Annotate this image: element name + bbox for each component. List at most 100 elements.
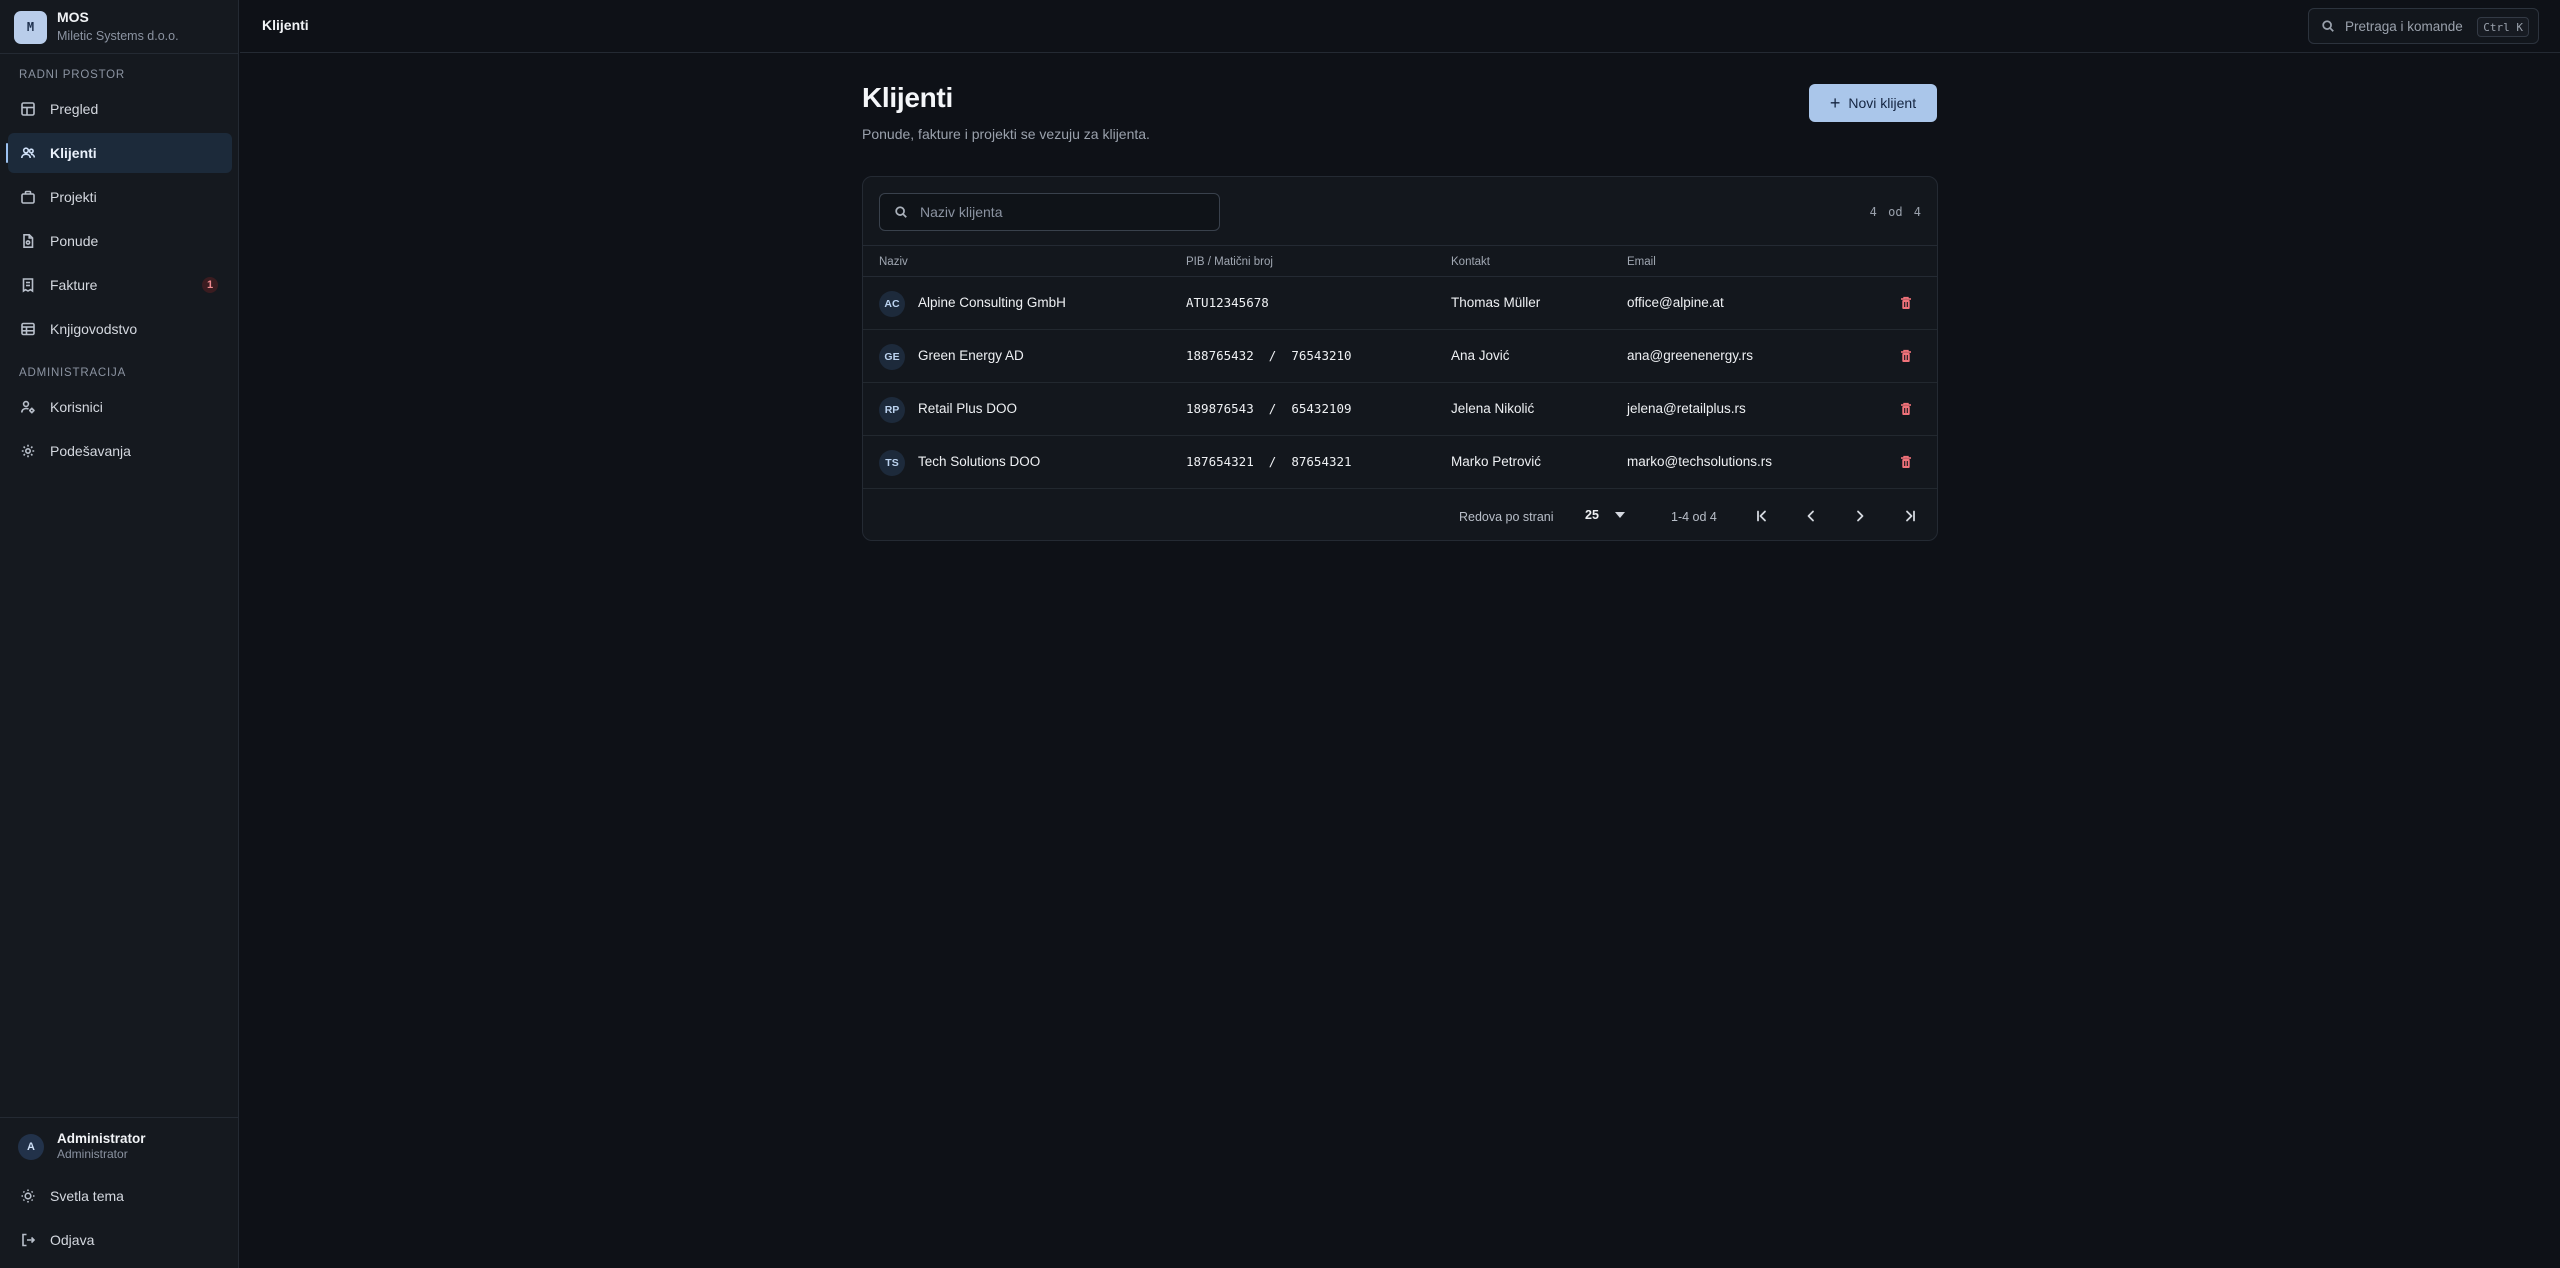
client-pib: 189876543 / 65432109 xyxy=(1186,401,1352,416)
fakture-badge: 1 xyxy=(202,277,218,293)
new-client-label: Novi klijent xyxy=(1848,95,1917,111)
document-icon xyxy=(20,233,36,249)
rows-per-page-value: 25 xyxy=(1585,508,1599,522)
column-header-email[interactable]: Email xyxy=(1627,256,1656,268)
sidebar-item-label: Fakture xyxy=(50,277,98,293)
page-title: Klijenti xyxy=(862,82,953,113)
client-avatar: RP xyxy=(879,397,905,423)
rows-per-page-label: Redova po strani xyxy=(1459,510,1554,524)
sidebar-item-label: Pregled xyxy=(50,101,99,117)
theme-toggle-label: Svetla tema xyxy=(50,1188,124,1204)
logout-icon xyxy=(20,1232,36,1248)
command-search-placeholder: Pretraga i komande xyxy=(2345,18,2463,34)
brand[interactable]: M MOS Miletic Systems d.o.o. xyxy=(14,9,179,45)
result-count: 4 od 4 xyxy=(1869,205,1921,219)
theme-toggle-button[interactable]: Svetla tema xyxy=(8,1176,232,1216)
last-page-icon xyxy=(1906,510,1915,522)
new-client-button[interactable]: + Novi klijent xyxy=(1809,84,1937,122)
client-contact: Thomas Müller xyxy=(1451,295,1541,310)
shortcut-hint: Ctrl K xyxy=(2477,17,2529,37)
column-header-contact[interactable]: Kontakt xyxy=(1451,256,1490,268)
clients-table-card: 4 od 4 Naziv PIB / Matični broj Kontakt … xyxy=(862,176,1938,541)
sidebar-item-knjigovodstvo[interactable]: Knjigovodstvo xyxy=(8,309,232,349)
delete-icon[interactable] xyxy=(1898,454,1914,470)
sidebar-item-label: Projekti xyxy=(50,189,97,205)
sidebar: M MOS Miletic Systems d.o.o. Radni prost… xyxy=(0,0,239,1268)
command-search-button[interactable]: Pretraga i komande Ctrl K xyxy=(2308,8,2539,44)
page-subtitle: Ponude, fakture i projekti se vezuju za … xyxy=(862,126,1150,142)
breadcrumb: Klijenti xyxy=(262,17,309,33)
logout-button[interactable]: Odjava xyxy=(8,1220,232,1260)
table-row[interactable]: GE Green Energy AD 188765432 / 76543210 … xyxy=(863,330,1937,383)
search-icon xyxy=(895,206,907,218)
table-header: Naziv PIB / Matični broj Kontakt Email xyxy=(863,245,1937,277)
search-icon xyxy=(2322,20,2334,32)
table-row[interactable]: AC Alpine Consulting GmbH ATU12345678 Th… xyxy=(863,277,1937,330)
brand-logo: M xyxy=(14,10,47,44)
brand-name: MOS xyxy=(57,9,89,25)
sidebar-item-label: Podešavanja xyxy=(50,443,131,459)
client-pib: 187654321 / 87654321 xyxy=(1186,454,1352,469)
client-email: office@alpine.at xyxy=(1627,295,1724,310)
chevron-right-icon xyxy=(1857,510,1864,522)
client-email: marko@techsolutions.rs xyxy=(1627,454,1773,469)
sidebar-item-label: Korisnici xyxy=(50,399,103,415)
delete-icon[interactable] xyxy=(1898,401,1914,417)
sidebar-item-label: Klijenti xyxy=(50,145,97,161)
user-profile[interactable]: A Administrator Administrator xyxy=(18,1131,146,1162)
client-search-field[interactable] xyxy=(879,193,1220,231)
client-email: ana@greenenergy.rs xyxy=(1627,348,1754,363)
client-email: jelena@retailplus.rs xyxy=(1627,401,1746,416)
dashboard-icon xyxy=(20,101,36,117)
divider xyxy=(0,1117,239,1118)
client-contact: Ana Jović xyxy=(1451,348,1510,363)
sidebar-item-fakture[interactable]: Fakture 1 xyxy=(8,265,232,305)
sidebar-item-podesavanja[interactable]: Podešavanja xyxy=(8,431,232,471)
client-contact: Jelena Nikolić xyxy=(1451,401,1535,416)
first-page-button[interactable] xyxy=(1752,506,1772,526)
topbar: Klijenti Pretraga i komande Ctrl K xyxy=(240,0,2560,53)
table-pagination: Redova po strani 25 1-4 od 4 xyxy=(863,491,1937,540)
delete-icon[interactable] xyxy=(1898,295,1914,311)
section-label-workspace: Radni prostor xyxy=(19,69,126,81)
sidebar-item-klijenti[interactable]: Klijenti xyxy=(6,133,232,173)
column-header-pib[interactable]: PIB / Matični broj xyxy=(1186,256,1273,268)
receipt-icon xyxy=(20,277,36,293)
sidebar-item-korisnici[interactable]: Korisnici xyxy=(8,387,232,427)
next-page-button[interactable] xyxy=(1850,506,1870,526)
sidebar-item-projekti[interactable]: Projekti xyxy=(8,177,232,217)
sidebar-item-pregled[interactable]: Pregled xyxy=(8,89,232,129)
chevron-down-icon xyxy=(1614,512,1625,518)
user-gear-icon xyxy=(20,399,36,415)
users-icon xyxy=(20,145,36,161)
client-name: Green Energy AD xyxy=(918,348,1024,363)
rows-per-page-select[interactable]: 25 xyxy=(1585,508,1625,522)
gear-icon xyxy=(20,443,36,459)
client-contact: Marko Petrović xyxy=(1451,454,1542,469)
table-row[interactable]: TS Tech Solutions DOO 187654321 / 876543… xyxy=(863,436,1937,489)
client-name: Retail Plus DOO xyxy=(918,401,1018,416)
logout-label: Odjava xyxy=(50,1232,95,1248)
prev-page-button[interactable] xyxy=(1801,506,1821,526)
column-header-name[interactable]: Naziv xyxy=(879,256,908,268)
section-label-admin: Administracija xyxy=(19,367,127,379)
client-search-input[interactable] xyxy=(920,204,1200,220)
sidebar-item-label: Ponude xyxy=(50,233,99,249)
client-avatar: TS xyxy=(879,450,905,476)
last-page-button[interactable] xyxy=(1900,506,1920,526)
user-role: Administrator xyxy=(57,1147,128,1161)
sidebar-item-ponude[interactable]: Ponude xyxy=(8,221,232,261)
table-icon xyxy=(20,321,36,337)
client-pib: 188765432 / 76543210 xyxy=(1186,348,1352,363)
sun-icon xyxy=(20,1188,36,1204)
chevron-left-icon xyxy=(1807,510,1814,522)
avatar: A xyxy=(18,1133,44,1160)
user-name: Administrator xyxy=(57,1131,146,1146)
delete-icon[interactable] xyxy=(1898,348,1914,364)
table-row[interactable]: RP Retail Plus DOO 189876543 / 65432109 … xyxy=(863,383,1937,436)
client-name: Tech Solutions DOO xyxy=(918,454,1041,469)
sidebar-item-label: Knjigovodstvo xyxy=(50,321,138,337)
client-pib: ATU12345678 xyxy=(1186,295,1269,310)
divider xyxy=(0,53,239,54)
client-avatar: GE xyxy=(879,344,905,370)
